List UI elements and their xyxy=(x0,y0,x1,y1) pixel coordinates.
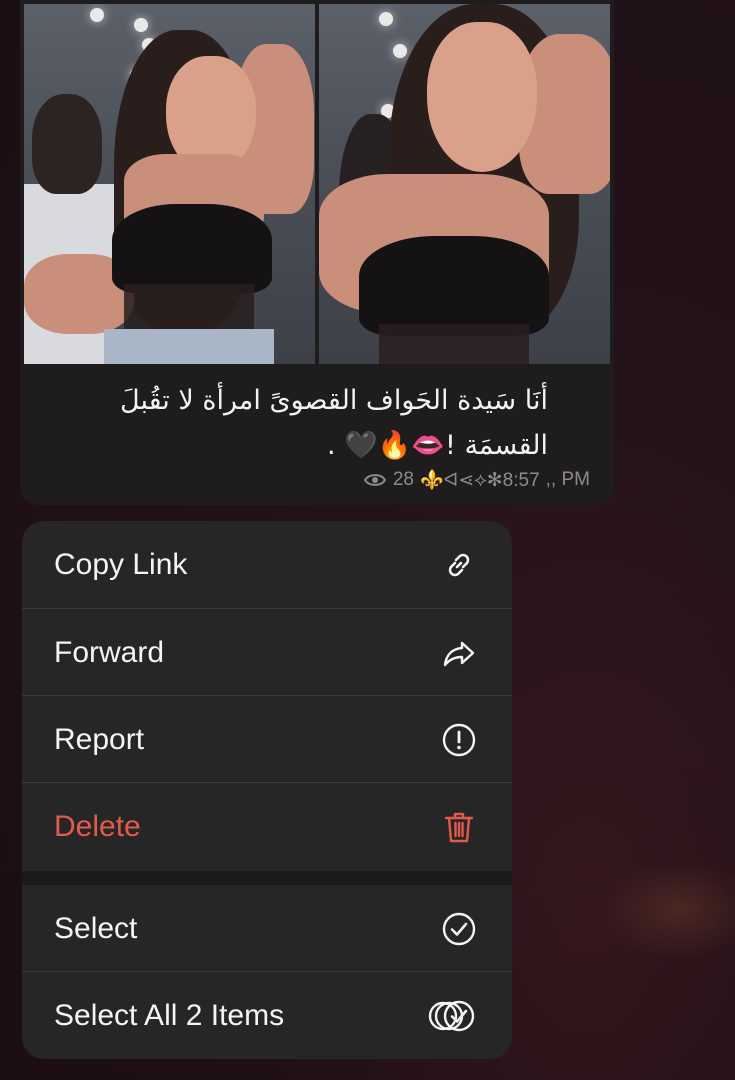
menu-item-label: Forward xyxy=(54,635,165,669)
message-time-suffix: ,, PM xyxy=(545,469,590,490)
trash-icon xyxy=(440,808,478,846)
menu-item-delete[interactable]: Delete xyxy=(22,783,512,870)
views-count: 28 xyxy=(392,469,414,490)
menu-item-label: Select All 2 Items xyxy=(54,998,285,1032)
photo-album xyxy=(24,4,610,364)
menu-item-select-all[interactable]: Select All 2 Items xyxy=(22,972,512,1059)
menu-item-select[interactable]: Select xyxy=(22,885,512,972)
album-photo-2[interactable] xyxy=(319,4,610,364)
message-caption: أنَا سَيدة الحَواف القصوىً امرأة لا تقُب… xyxy=(120,385,548,461)
menu-item-label: Report xyxy=(54,722,145,756)
album-photo-1[interactable] xyxy=(24,4,315,364)
link-icon xyxy=(440,546,478,584)
forward-arrow-icon xyxy=(440,634,478,672)
menu-section-gap xyxy=(22,871,512,885)
context-menu: Copy Link Forward Report Delete Select S… xyxy=(22,521,512,1059)
author-signature: ⚜️ᐊ⋖⟡✻8:57 xyxy=(420,470,540,491)
menu-item-label: Select xyxy=(54,911,138,945)
message-meta: 28 ⚜️ᐊ⋖⟡✻8:57 ,, PM xyxy=(363,468,590,492)
message-bubble[interactable]: أنَا سَيدة الحَواف القصوىً امرأة لا تقُب… xyxy=(20,0,614,505)
multi-check-circle-icon xyxy=(428,997,478,1035)
exclamation-circle-icon xyxy=(440,721,478,759)
menu-item-forward[interactable]: Forward xyxy=(22,609,512,696)
menu-item-report[interactable]: Report xyxy=(22,696,512,783)
menu-item-copy-link[interactable]: Copy Link xyxy=(22,521,512,608)
menu-item-label: Delete xyxy=(54,809,141,843)
check-circle-icon xyxy=(440,910,478,948)
eye-icon xyxy=(363,472,387,488)
menu-item-label: Copy Link xyxy=(54,547,188,581)
